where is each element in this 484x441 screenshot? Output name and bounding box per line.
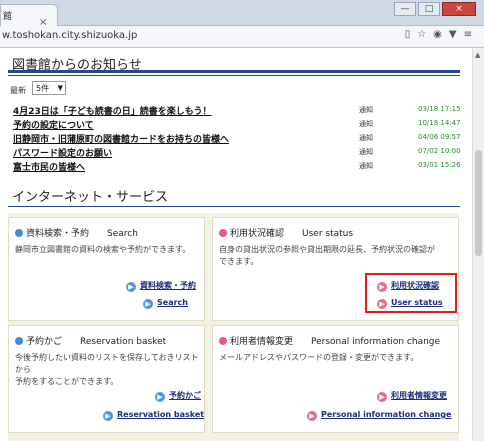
heading-rule-thin	[8, 75, 460, 76]
count-select[interactable]: 5件 ▼	[32, 81, 66, 95]
news-date: 03/01 15:26	[418, 161, 461, 169]
news-category: 通知	[359, 148, 373, 156]
close-window-button[interactable]: ×	[442, 2, 476, 16]
page-icon[interactable]: ▯	[405, 29, 411, 40]
search-card-description: 静岡市立図書館の資料の検索や予約ができます。	[15, 245, 191, 254]
address-bar: w.toshokan.city.shizuoka.jp ▯ ☆ ◉ ▼ ≡	[0, 26, 484, 48]
personal-link-en[interactable]: ▶ Personal information change	[307, 410, 451, 421]
bookmark-star-icon[interactable]: ☆	[417, 29, 426, 40]
count-value: 5件	[36, 84, 50, 93]
basket-card-description: 今後予約したい資料のリストを保存しておきリストから 予約をすることができます。	[15, 353, 199, 386]
browser-tab[interactable]: 館 ×	[0, 4, 58, 28]
services-grid: 資料検索・予約 Search 静岡市立図書館の資料の検索や予約ができます。 ▶ 資…	[8, 213, 459, 441]
extension-icon[interactable]: ◉	[433, 29, 442, 40]
page-content: 図書館からのお知らせ 最新 5件 ▼ 4月23日は「子ども読書の日」読書を楽しも…	[0, 48, 472, 441]
minimize-button[interactable]: —	[394, 2, 416, 16]
scroll-thumb[interactable]	[475, 150, 482, 256]
arrow-right-icon: ▶	[155, 392, 165, 402]
arrow-right-icon: ▶	[103, 411, 113, 421]
news-category: 通知	[359, 134, 373, 142]
scroll-up-icon[interactable]: ▲	[475, 51, 480, 59]
personal-card-title: 利用者情報変更 Personal information change	[219, 334, 440, 347]
arrow-right-icon: ▶	[307, 411, 317, 421]
news-item: 富士市民の皆様へ 通知 03/01 15:26	[13, 158, 461, 174]
search-card-title: 資料検索・予約 Search	[15, 226, 138, 239]
bullet-icon	[219, 229, 227, 237]
basket-link-ja[interactable]: ▶ 予約かご	[155, 390, 201, 402]
search-link-ja[interactable]: ▶ 資料検索・予約	[126, 280, 196, 292]
arrow-right-icon: ▶	[143, 299, 153, 309]
personal-link-ja[interactable]: ▶ 利用者情報変更	[377, 390, 447, 402]
news-category: 通知	[359, 162, 373, 170]
status-card-title: 利用状況確認 User status	[219, 226, 353, 239]
address-bar-icons: ▯ ☆ ◉ ▼ ≡	[405, 29, 472, 40]
arrow-right-icon: ▶	[126, 282, 136, 292]
tab-bar: 館 × — □ ×	[0, 0, 484, 28]
heading-rule	[8, 70, 460, 73]
chevron-down-icon: ▼	[57, 84, 63, 92]
news-category: 通知	[359, 106, 373, 114]
vertical-scrollbar[interactable]: ▲	[472, 48, 484, 441]
arrow-right-icon: ▶	[377, 392, 387, 402]
bullet-icon	[15, 229, 23, 237]
search-card: 資料検索・予約 Search 静岡市立図書館の資料の検索や予約ができます。 ▶ 資…	[8, 217, 205, 321]
news-date: 07/02 10:00	[418, 147, 461, 155]
count-label: 最新	[10, 86, 26, 95]
status-card-description: 自身の貸出状況の参照や貸出期限の延長、予約状況の確認が できます。	[219, 245, 435, 266]
pocket-icon[interactable]: ▼	[449, 29, 457, 40]
services-heading: インターネット・サービス	[12, 190, 169, 205]
personal-card-description: メールアドレスやパスワードの登録・変更ができます。	[219, 353, 419, 362]
window-controls: — □ ×	[394, 2, 476, 16]
bullet-icon	[15, 337, 23, 345]
tab-title: 館	[3, 12, 13, 22]
news-date: 04/06 09:57	[418, 133, 461, 141]
personal-card: 利用者情報変更 Personal information change メールア…	[212, 325, 459, 433]
services-rule	[8, 206, 460, 207]
basket-card: 予約かご Reservation basket 今後予約したい資料のリストを保存…	[8, 325, 205, 433]
news-date: 10/18 14:47	[418, 119, 461, 127]
news-date: 03/18 17:15	[418, 105, 461, 113]
maximize-button[interactable]: □	[418, 2, 440, 16]
menu-icon[interactable]: ≡	[464, 29, 472, 40]
news-title-link[interactable]: 富士市民の皆様へ	[13, 160, 85, 173]
search-link-en[interactable]: ▶ Search	[143, 298, 188, 309]
basket-link-en[interactable]: ▶ Reservation basket	[103, 410, 204, 421]
url-field[interactable]: w.toshokan.city.shizuoka.jp	[2, 30, 137, 41]
basket-card-title: 予約かご Reservation basket	[15, 334, 166, 347]
highlight-annotation	[365, 273, 457, 313]
news-category: 通知	[359, 120, 373, 128]
bullet-icon	[219, 337, 227, 345]
